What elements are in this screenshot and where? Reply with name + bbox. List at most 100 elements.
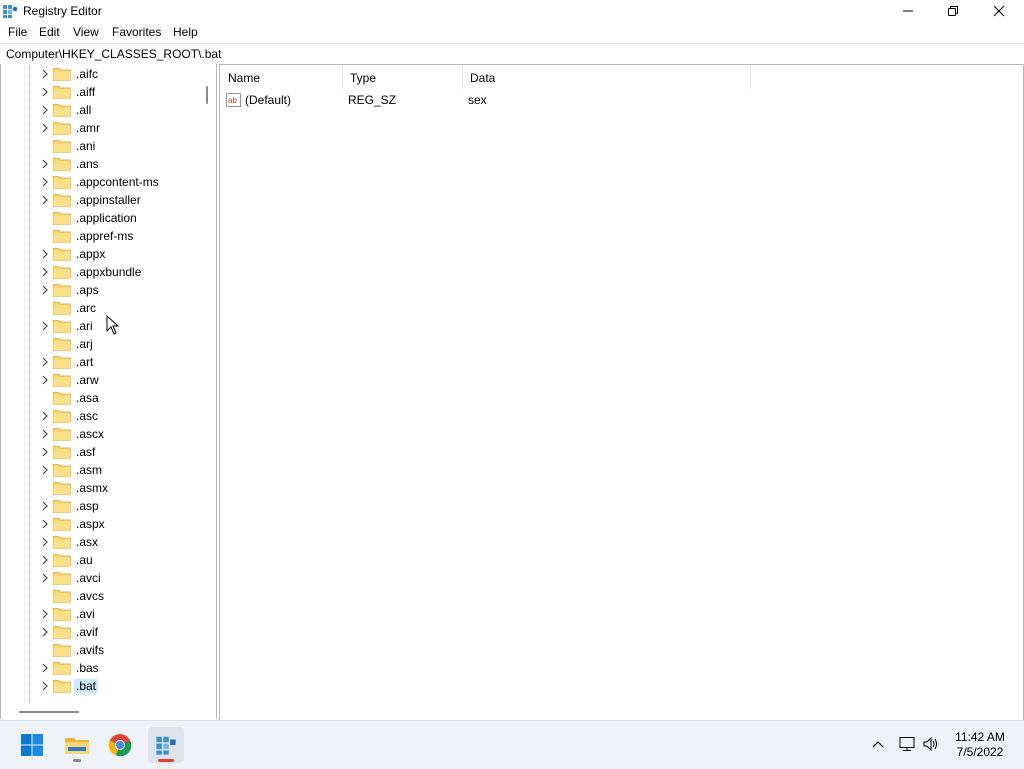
column-divider[interactable]: [750, 65, 751, 89]
tree-horizontal-scroll-thumb[interactable]: [19, 711, 79, 713]
tree-item[interactable]: .art: [1, 353, 201, 371]
chevron-right-icon[interactable]: [39, 680, 51, 692]
folder-icon: [53, 392, 71, 405]
clock-time: 11:42 AM: [955, 730, 1005, 744]
tree-item[interactable]: .arc: [1, 299, 201, 317]
values-pane[interactable]: Name Type Data ab (Default) REG_SZ sex: [219, 64, 1024, 721]
menu-favorites[interactable]: Favorites: [112, 25, 161, 39]
value-data: sex: [468, 93, 487, 107]
chevron-right-icon[interactable]: [39, 176, 51, 188]
chevron-right-icon[interactable]: [39, 374, 51, 386]
tree-item[interactable]: .asx: [1, 533, 201, 551]
chevron-right-icon[interactable]: [39, 626, 51, 638]
chevron-right-icon[interactable]: [39, 266, 51, 278]
chevron-right-icon[interactable]: [39, 104, 51, 116]
address-bar[interactable]: Computer\HKEY_CLASSES_ROOT\.bat: [0, 43, 1024, 65]
tree-item[interactable]: .arw: [1, 371, 201, 389]
chevron-right-icon[interactable]: [39, 122, 51, 134]
tree-item[interactable]: .ari: [1, 317, 201, 335]
tree-item[interactable]: .aps: [1, 281, 201, 299]
volume-icon[interactable]: [922, 736, 940, 752]
tree-item[interactable]: .avi: [1, 605, 201, 623]
tree-item[interactable]: .avci: [1, 569, 201, 587]
chevron-right-icon[interactable]: [39, 356, 51, 368]
tree-item[interactable]: .appref-ms: [1, 227, 201, 245]
key-tree-pane[interactable]: .aifc .aiff .all .amr .ani .ans .appcontent-ms…: [0, 64, 217, 719]
tree-item[interactable]: .bas: [1, 659, 201, 677]
chevron-right-icon[interactable]: [39, 284, 51, 296]
close-button[interactable]: [976, 0, 1022, 22]
taskbar-file-explorer[interactable]: [61, 729, 93, 762]
column-header-name[interactable]: Name: [220, 65, 342, 89]
tree-item[interactable]: .avifs: [1, 641, 201, 659]
tree-item[interactable]: .avcs: [1, 587, 201, 605]
tree-item[interactable]: .asf: [1, 443, 201, 461]
network-icon[interactable]: [898, 736, 916, 752]
value-row[interactable]: ab (Default) REG_SZ sex: [220, 90, 750, 110]
chevron-right-icon[interactable]: [39, 86, 51, 98]
tree-vertical-scrollbar[interactable]: [201, 64, 216, 704]
tree-item[interactable]: .appcontent-ms: [1, 173, 201, 191]
menu-file[interactable]: File: [8, 25, 27, 39]
system-clock[interactable]: 11:42 AM 7/5/2022: [944, 730, 1016, 760]
tree-item-label: .avi: [76, 607, 95, 621]
chevron-up-icon[interactable]: [872, 739, 884, 749]
tree-item[interactable]: .appx: [1, 245, 201, 263]
tree-item-label: .asmx: [76, 481, 109, 495]
tree-vertical-scroll-thumb[interactable]: [206, 86, 208, 104]
tree-item[interactable]: .ani: [1, 137, 201, 155]
address-path[interactable]: Computer\HKEY_CLASSES_ROOT\.bat: [6, 47, 221, 61]
tree-item[interactable]: .bat: [1, 677, 201, 695]
chevron-right-icon[interactable]: [39, 536, 51, 548]
chevron-right-icon[interactable]: [39, 410, 51, 422]
taskbar-chrome[interactable]: [104, 729, 136, 761]
tree-item[interactable]: .ascx: [1, 425, 201, 443]
chevron-right-icon[interactable]: [39, 500, 51, 512]
tree-item[interactable]: .aifc: [1, 65, 201, 83]
taskbar-registry-editor[interactable]: [148, 727, 184, 763]
tree-item[interactable]: .amr: [1, 119, 201, 137]
tree-item[interactable]: .asp: [1, 497, 201, 515]
start-button[interactable]: [16, 729, 48, 761]
chevron-right-icon[interactable]: [39, 608, 51, 620]
chevron-right-icon[interactable]: [39, 194, 51, 206]
restore-button[interactable]: [930, 0, 976, 22]
tree-item[interactable]: .asc: [1, 407, 201, 425]
column-header-type[interactable]: Type: [342, 65, 462, 89]
chevron-right-icon[interactable]: [39, 248, 51, 260]
chevron-right-icon[interactable]: [39, 158, 51, 170]
column-data-label: Data: [470, 71, 496, 85]
tree-item[interactable]: .asmx: [1, 479, 201, 497]
tree-item[interactable]: .arj: [1, 335, 201, 353]
chevron-right-icon[interactable]: [39, 320, 51, 332]
tree-item[interactable]: .asm: [1, 461, 201, 479]
minimize-button[interactable]: [885, 0, 931, 22]
chevron-right-icon[interactable]: [39, 662, 51, 674]
chevron-right-icon[interactable]: [39, 518, 51, 530]
tree-item[interactable]: .au: [1, 551, 201, 569]
chevron-right-icon[interactable]: [39, 428, 51, 440]
menu-edit[interactable]: Edit: [39, 25, 60, 39]
tree-item[interactable]: .appinstaller: [1, 191, 201, 209]
chevron-right-icon[interactable]: [39, 446, 51, 458]
chevron-right-icon[interactable]: [39, 464, 51, 476]
tree-horizontal-scrollbar[interactable]: [1, 704, 201, 719]
tree-item[interactable]: .application: [1, 209, 201, 227]
tree-item[interactable]: .appxbundle: [1, 263, 201, 281]
tree-item[interactable]: .all: [1, 101, 201, 119]
tree-item[interactable]: .aspx: [1, 515, 201, 533]
column-header-data[interactable]: Data: [462, 65, 750, 89]
value-type: REG_SZ: [348, 93, 397, 107]
chevron-right-icon[interactable]: [39, 68, 51, 80]
tree-item[interactable]: .ans: [1, 155, 201, 173]
tree-item[interactable]: .asa: [1, 389, 201, 407]
menu-view[interactable]: View: [73, 25, 99, 39]
menu-help[interactable]: Help: [173, 25, 198, 39]
tree-item-label: .asa: [76, 391, 99, 405]
tree-item[interactable]: .avif: [1, 623, 201, 641]
tree-item[interactable]: .aiff: [1, 83, 201, 101]
chevron-right-icon[interactable]: [39, 554, 51, 566]
folder-icon: [53, 626, 71, 639]
chevron-right-icon[interactable]: [39, 572, 51, 584]
registry-editor-icon: [3, 5, 18, 18]
